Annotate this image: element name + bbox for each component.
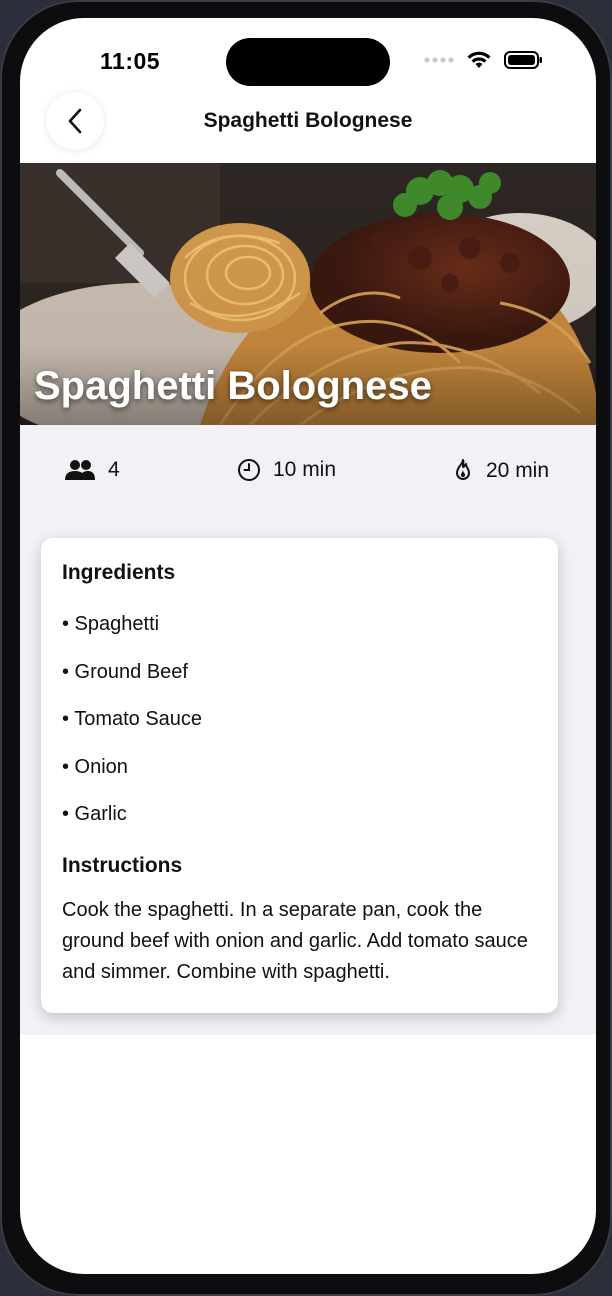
recipe-hero-image: Spaghetti Bolognese — [20, 163, 596, 425]
prep-time-stat: 10 min — [237, 458, 336, 482]
wifi-icon — [467, 51, 491, 68]
ingredient-item: • Tomato Sauce — [62, 708, 203, 730]
ingredient-item: • Garlic — [62, 803, 127, 825]
status-time: 11:05 — [100, 48, 161, 74]
instructions-title: Instructions — [62, 854, 183, 877]
ingredient-item: • Onion — [62, 756, 128, 778]
people-icon — [65, 460, 95, 480]
cook-time-stat: 20 min — [452, 458, 549, 484]
navigation-bar: Spaghetti Bolognese — [20, 90, 596, 162]
recipe-card: Ingredients • Spaghetti • Ground Beef • … — [41, 538, 558, 1013]
recipe-content: 4 10 min 20 min Ingredients • Spaghetti — [20, 425, 596, 1035]
servings-value: 4 — [108, 458, 120, 481]
prep-time-value: 10 min — [273, 458, 337, 481]
cook-time-value: 20 min — [486, 459, 550, 482]
signal-icon — [424, 57, 454, 63]
status-bar: 11:05 — [20, 18, 596, 98]
nav-title: Spaghetti Bolognese — [203, 109, 413, 132]
battery-icon — [504, 51, 542, 69]
servings-stat: 4 — [64, 458, 120, 482]
dynamic-island — [226, 38, 390, 86]
ingredients-title: Ingredients — [62, 561, 176, 584]
flame-icon — [456, 459, 470, 480]
screen: 11:05 Spaghetti Bolognese Spaghetti Bolo… — [20, 18, 596, 1274]
ingredient-item: • Ground Beef — [62, 661, 188, 683]
clock-icon — [238, 459, 260, 481]
phone-frame: 11:05 Spaghetti Bolognese Spaghetti Bolo… — [0, 0, 612, 1296]
hero-title: Spaghetti Bolognese — [34, 364, 432, 408]
status-icons — [424, 50, 544, 70]
ingredient-item: • Spaghetti — [62, 613, 160, 635]
instructions-text: Cook the spaghetti. In a separate pan, c… — [62, 899, 528, 983]
